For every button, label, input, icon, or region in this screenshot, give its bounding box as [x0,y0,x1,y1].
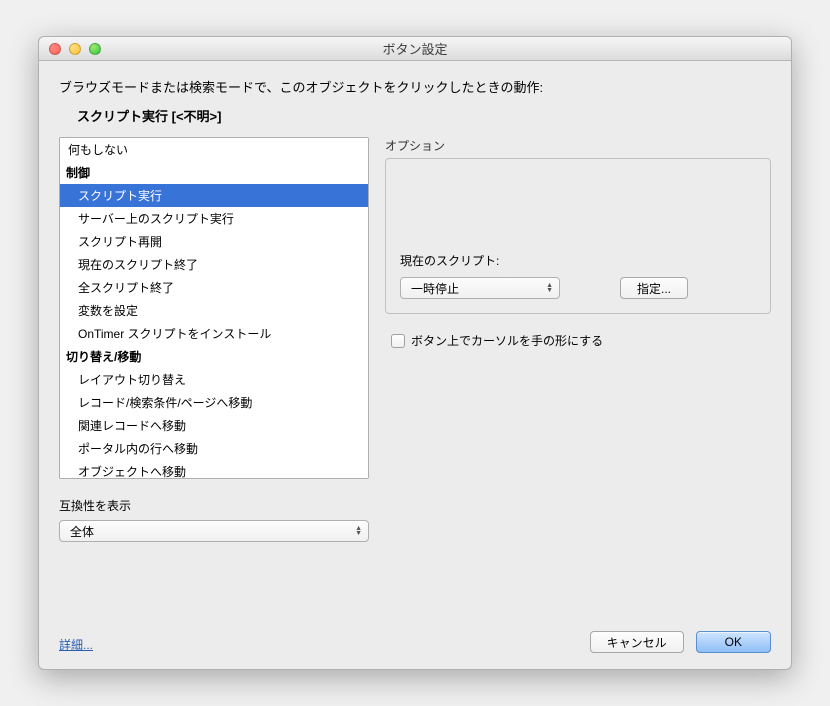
titlebar: ボタン設定 [39,37,791,61]
options-title: オプション [385,137,771,154]
list-item[interactable]: 全スクリプト終了 [60,276,368,299]
list-item[interactable]: スクリプト再開 [60,230,368,253]
left-column: 何もしない制御スクリプト実行サーバー上のスクリプト実行スクリプト再開現在のスクリ… [59,137,369,615]
list-item[interactable]: 何もしない [60,138,368,161]
actions-listbox[interactable]: 何もしない制御スクリプト実行サーバー上のスクリプト実行スクリプト再開現在のスクリ… [59,137,369,479]
list-item[interactable]: 関連レコードへ移動 [60,414,368,437]
options-controls-row: 一時停止 ▲▼ 指定... [400,277,756,299]
cursor-checkbox-row: ボタン上でカーソルを手の形にする [391,332,771,349]
options-panel: 現在のスクリプト: 一時停止 ▲▼ 指定... [385,158,771,314]
compatibility-select[interactable]: 全体 ▲▼ [59,520,369,542]
pause-value: 一時停止 [411,280,459,297]
compatibility-section: 互換性を表示 全体 ▲▼ [59,497,369,542]
current-script-label: 現在のスクリプト: [400,252,756,269]
list-item[interactable]: 変数を設定 [60,299,368,322]
list-item[interactable]: スクリプト実行 [60,184,368,207]
dialog-window: ボタン設定 ブラウズモードまたは検索モードで、このオブジェクトをクリックしたとき… [38,36,792,670]
cancel-button[interactable]: キャンセル [590,631,684,653]
updown-icon: ▲▼ [355,526,362,536]
list-item[interactable]: ポータル内の行へ移動 [60,437,368,460]
cursor-checkbox[interactable] [391,334,405,348]
main-area: 何もしない制御スクリプト実行サーバー上のスクリプト実行スクリプト再開現在のスクリ… [59,137,771,615]
list-item[interactable]: 切り替え/移動 [60,345,368,368]
dialog-footer: 詳細... キャンセル OK [59,631,771,653]
dialog-content: ブラウズモードまたは検索モードで、このオブジェクトをクリックしたときの動作: ス… [39,61,791,669]
list-item[interactable]: サーバー上のスクリプト実行 [60,207,368,230]
selected-script-label: スクリプト実行 [<不明>] [59,106,771,125]
pause-select[interactable]: 一時停止 ▲▼ [400,277,560,299]
updown-icon: ▲▼ [546,283,553,293]
instruction-text: ブラウズモードまたは検索モードで、このオブジェクトをクリックしたときの動作: [59,77,771,96]
ok-button[interactable]: OK [696,631,771,653]
list-item[interactable]: OnTimer スクリプトをインストール [60,322,368,345]
footer-buttons: キャンセル OK [590,631,771,653]
list-item[interactable]: オブジェクトへ移動 [60,460,368,479]
list-item[interactable]: 現在のスクリプト終了 [60,253,368,276]
right-column: オプション 現在のスクリプト: 一時停止 ▲▼ 指定... [385,137,771,615]
window-title: ボタン設定 [39,39,791,58]
cursor-checkbox-label: ボタン上でカーソルを手の形にする [411,332,603,349]
details-link[interactable]: 詳細... [59,636,93,653]
list-item[interactable]: 制御 [60,161,368,184]
compatibility-value: 全体 [70,523,94,540]
compatibility-label: 互換性を表示 [59,497,369,514]
list-item[interactable]: レコード/検索条件/ページへ移動 [60,391,368,414]
list-item[interactable]: レイアウト切り替え [60,368,368,391]
specify-button[interactable]: 指定... [620,277,688,299]
